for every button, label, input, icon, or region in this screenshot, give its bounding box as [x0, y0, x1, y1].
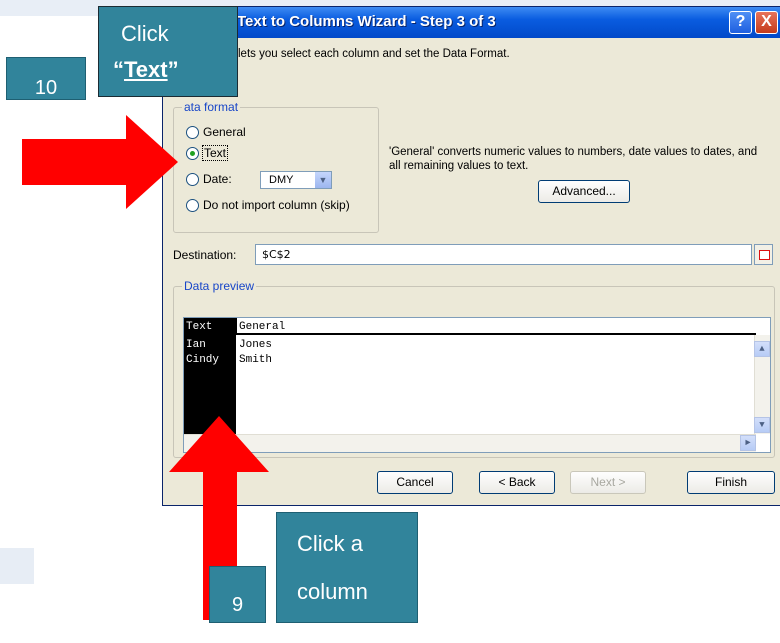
radio-skip-circle[interactable] — [186, 199, 199, 212]
scroll-right-icon[interactable]: ► — [740, 435, 756, 451]
back-button[interactable]: < Back — [479, 471, 555, 494]
dialog-title: Text to Columns Wizard - Step 3 of 3 — [237, 13, 496, 30]
preview-header-general[interactable]: General — [239, 320, 285, 334]
preview-vertical-scrollbar[interactable]: ▲ ▼ — [754, 335, 770, 434]
preview-cell: Jones — [239, 339, 273, 351]
radio-skip-label[interactable]: Do not import column (skip) — [203, 198, 350, 212]
close-button[interactable]: X — [755, 11, 778, 34]
destination-field[interactable]: $C$2 — [255, 244, 752, 265]
scroll-up-icon[interactable]: ▲ — [754, 341, 770, 357]
date-format-select[interactable]: DMY ▼ — [260, 171, 332, 189]
finish-button[interactable]: Finish — [687, 471, 775, 494]
format-group-label: ata format — [182, 100, 241, 114]
dialog-description: lets you select each column and set the … — [238, 48, 510, 60]
click-text-callout: Click “Text” — [98, 6, 238, 97]
radio-general-circle[interactable] — [186, 126, 199, 139]
next-button: Next > — [570, 471, 646, 494]
right-arrow-icon — [22, 115, 178, 209]
cancel-button[interactable]: Cancel — [377, 471, 453, 494]
radio-text-label[interactable]: Text — [201, 145, 229, 161]
column-data-format-group: ata format General Text Date: DMY ▼ Do n… — [173, 100, 379, 233]
radio-general-label[interactable]: General — [203, 125, 246, 139]
click-column-callout: Click a column — [276, 512, 418, 623]
step-10-callout: 10 — [6, 57, 86, 100]
chevron-down-icon[interactable]: ▼ — [315, 172, 331, 188]
preview-horizontal-scrollbar[interactable]: ► — [184, 434, 756, 452]
click-text-line1: Click — [121, 21, 169, 46]
column-divider — [236, 318, 237, 335]
format-info-text: 'General' converts numeric values to num… — [389, 146, 758, 172]
preview-cell: Cindy — [186, 354, 220, 366]
title-bar[interactable]: Text to Columns Wizard - Step 3 of 3 ? X — [163, 7, 780, 38]
scroll-down-icon[interactable]: ▼ — [754, 417, 770, 433]
preview-header-text[interactable]: Text — [186, 320, 212, 334]
radio-date-label[interactable]: Date: — [203, 172, 232, 186]
preview-cell: Ian — [186, 339, 206, 351]
date-format-value: DMY — [269, 174, 294, 186]
background-square — [0, 548, 34, 584]
radio-date[interactable]: Date: DMY ▼ — [186, 171, 376, 189]
preview-cell: Smith — [239, 354, 273, 366]
click-column-line2: column — [297, 579, 368, 604]
step-9-callout: 9 — [209, 566, 266, 623]
advanced-button[interactable]: Advanced... — [538, 180, 630, 203]
destination-label: Destination: — [173, 248, 237, 262]
radio-text-circle[interactable] — [186, 147, 199, 160]
click-column-line1: Click a — [297, 531, 364, 556]
help-button[interactable]: ? — [729, 11, 752, 34]
click-text-line2: “Text” — [113, 57, 179, 82]
collapse-dialog-icon[interactable] — [754, 244, 773, 265]
data-preview-grid[interactable]: Text General Ian Jones Cindy Smith ▲ ▼ ► — [183, 317, 771, 453]
radio-date-circle[interactable] — [186, 173, 199, 186]
preview-group-label: Data preview — [182, 279, 257, 293]
click-text-keyword: Text — [124, 57, 168, 82]
